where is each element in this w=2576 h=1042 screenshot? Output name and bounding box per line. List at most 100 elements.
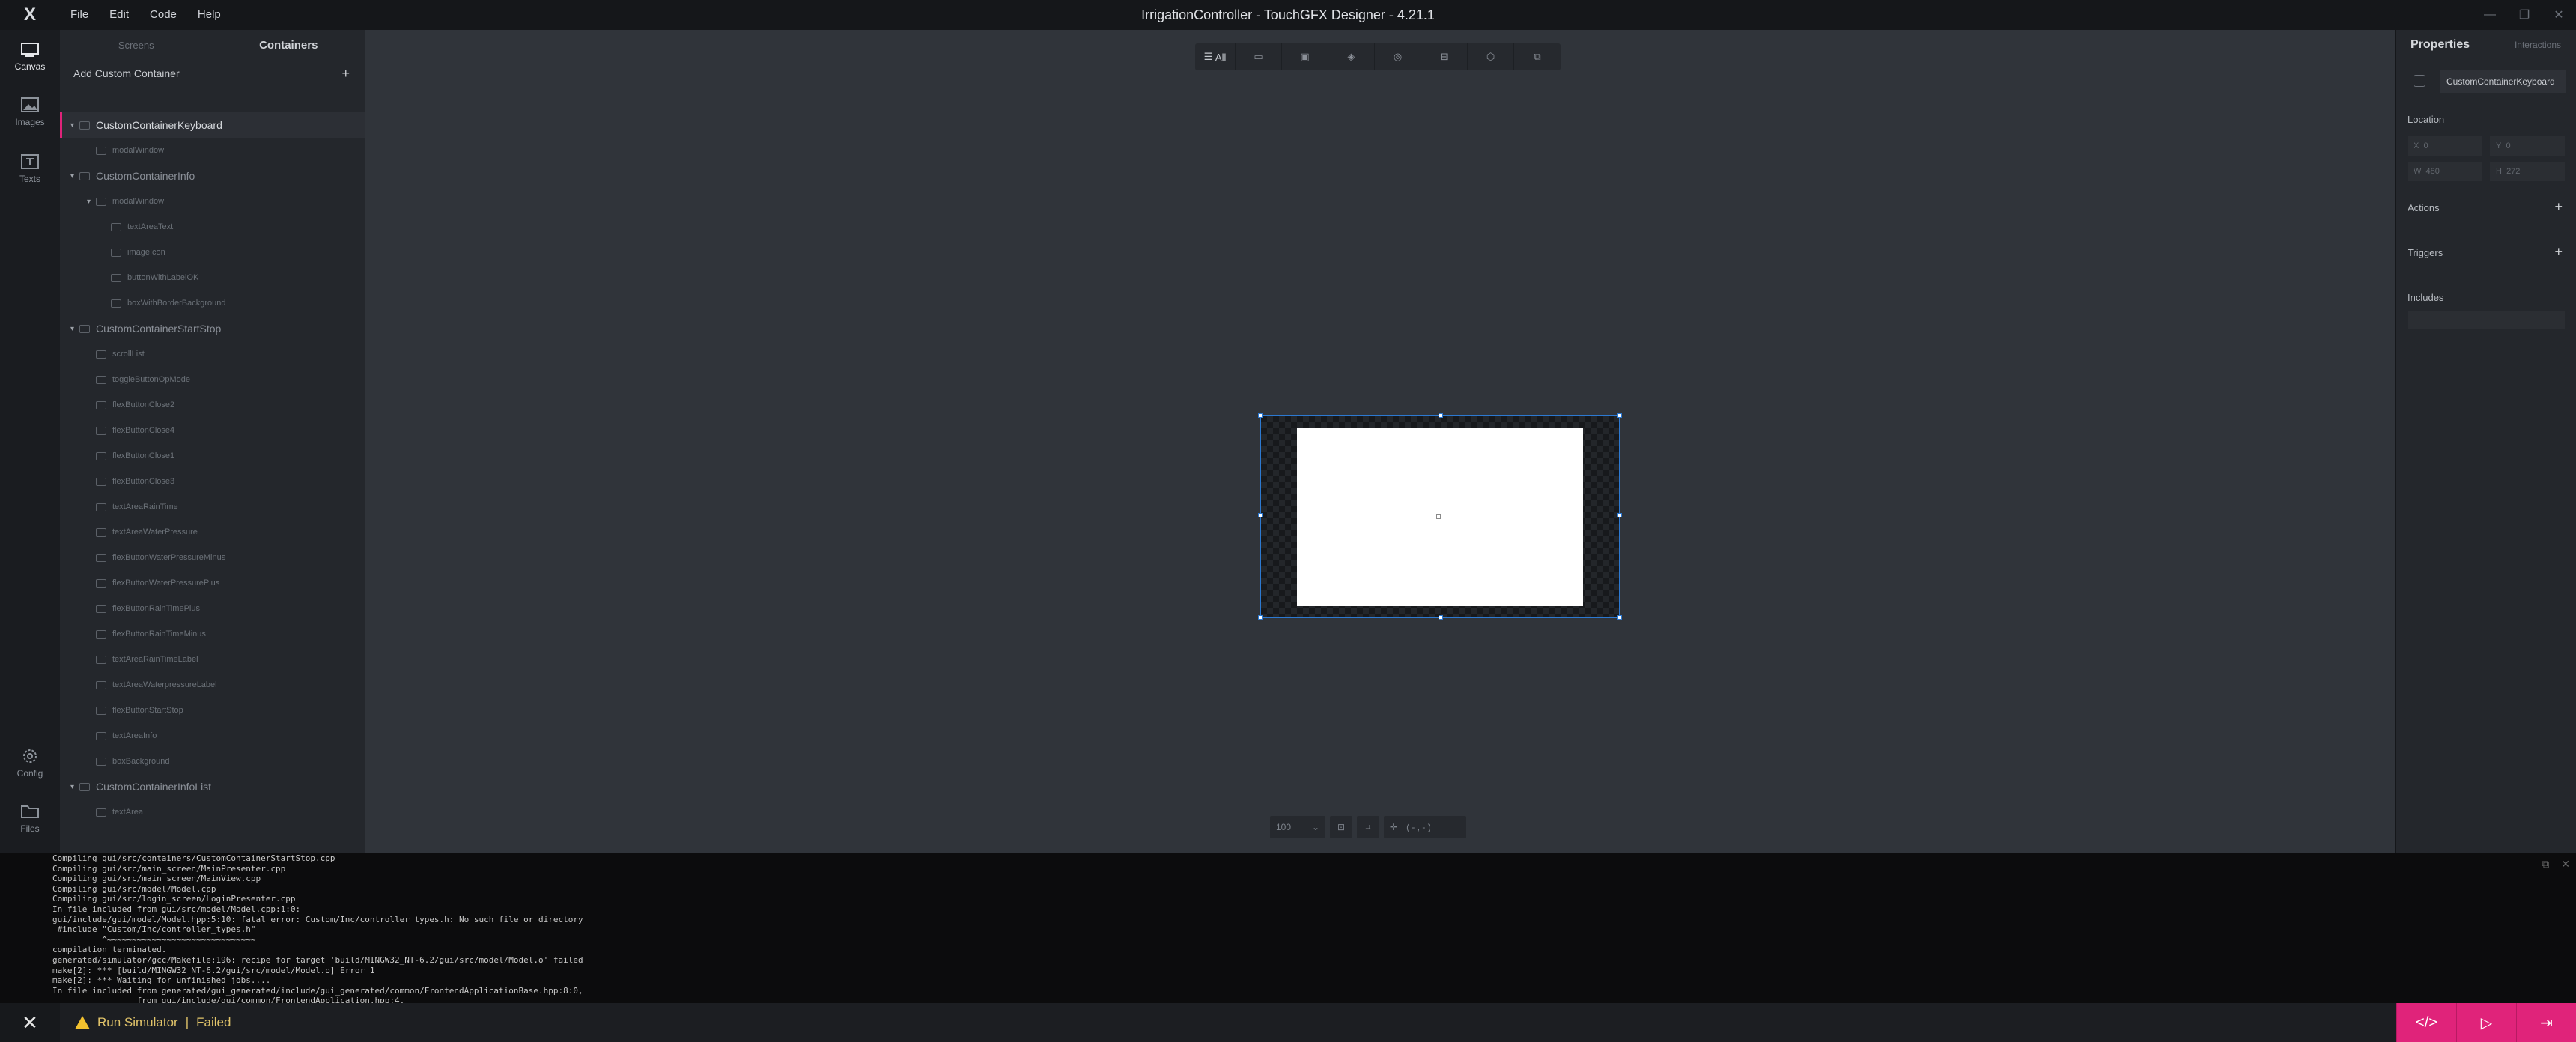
height-field[interactable]: H 272 (2490, 162, 2565, 181)
tree-container-item[interactable]: ▾ CustomContainerInfoList (60, 774, 365, 799)
tree-child-item[interactable]: textAreaWaterPressure (60, 520, 365, 545)
3d-icon[interactable]: ⬡ (1468, 43, 1514, 70)
tree-child-item[interactable]: modalWindow (60, 138, 365, 163)
widget-type-icon (96, 528, 106, 537)
run-target-button[interactable]: ⇥ (2516, 1003, 2576, 1042)
tree-child-item[interactable]: buttonWithLabelOK (60, 265, 365, 290)
properties-panel: Properties Interactions CustomContainerK… (2395, 30, 2576, 853)
menu-help[interactable]: Help (187, 0, 231, 30)
tree-child-item[interactable]: textAreaRainTimeLabel (60, 647, 365, 672)
menu-code[interactable]: Code (139, 0, 187, 30)
resize-handle-ne[interactable] (1617, 413, 1622, 418)
button-icon[interactable]: ⊟ (1421, 43, 1468, 70)
modal-window-preview[interactable] (1297, 428, 1583, 606)
tree-child-item[interactable]: flexButtonWaterPressureMinus (60, 545, 365, 570)
container-name-field[interactable]: CustomContainerKeyboard (2440, 70, 2566, 93)
generate-code-button[interactable]: </> (2396, 1003, 2456, 1042)
add-custom-container-row[interactable]: Add Custom Container + (60, 60, 365, 87)
popout-icon[interactable]: ⧉ (2542, 858, 2549, 871)
tree-child-item[interactable]: flexButtonRainTimePlus (60, 596, 365, 621)
crop-icon[interactable]: ⌗ (1357, 816, 1379, 838)
minimize-icon[interactable]: — (2473, 0, 2507, 30)
tree-child-item[interactable]: textAreaText (60, 214, 365, 240)
image-icon[interactable]: ▣ (1282, 43, 1328, 70)
console-close-icon[interactable]: ✕ (2561, 858, 2570, 871)
nav-files[interactable]: Files (0, 802, 60, 834)
nav-texts[interactable]: Texts (0, 153, 60, 184)
nav-images-label: Images (15, 117, 45, 127)
tab-containers[interactable]: Containers (213, 39, 365, 52)
left-navigation: Canvas Images Texts Config Files (0, 30, 60, 853)
chevron-down-icon[interactable]: ▾ (87, 198, 96, 206)
resize-handle-se[interactable] (1617, 615, 1622, 620)
y-field[interactable]: Y 0 (2490, 136, 2565, 156)
canvas-icon (21, 43, 39, 57)
tree-container-item[interactable]: ▾ CustomContainerInfo (60, 163, 365, 189)
nav-canvas[interactable]: Canvas (0, 40, 60, 72)
zoom-select[interactable]: 100 ⌄ (1270, 816, 1325, 838)
resize-handle-e[interactable] (1617, 513, 1622, 517)
tree-child-item[interactable]: flexButtonRainTimeMinus (60, 621, 365, 647)
tree-child-item[interactable]: flexButtonStartStop (60, 698, 365, 723)
resize-handle-nw[interactable] (1258, 413, 1263, 418)
tree-item-label: buttonWithLabelOK (127, 273, 199, 282)
x-field[interactable]: X 0 (2408, 136, 2482, 156)
tree-container-item[interactable]: ▾ CustomContainerKeyboard (60, 112, 365, 138)
menu-edit[interactable]: Edit (99, 0, 139, 30)
console-controls: ⧉ ✕ (2542, 858, 2570, 871)
tree-child-item[interactable]: textAreaInfo (60, 723, 365, 749)
chevron-down-icon[interactable]: ▾ (70, 783, 79, 791)
tree-child-item[interactable]: flexButtonClose4 (60, 418, 365, 443)
maximize-icon[interactable]: ❐ (2507, 0, 2542, 30)
menu-file[interactable]: File (60, 0, 99, 30)
resize-handle-n[interactable] (1439, 413, 1443, 418)
fit-icon[interactable]: ⊡ (1330, 816, 1352, 838)
chevron-down-icon[interactable]: ▾ (70, 121, 79, 130)
nav-images[interactable]: Images (0, 96, 60, 127)
chevron-down-icon[interactable]: ▾ (70, 172, 79, 180)
gear-icon (23, 749, 37, 763)
plus-icon[interactable]: + (341, 66, 350, 82)
tree-child-item[interactable]: flexButtonClose2 (60, 392, 365, 418)
chevron-down-icon[interactable]: ▾ (70, 325, 79, 333)
tab-interactions[interactable]: Interactions (2515, 40, 2561, 50)
tree-child-item[interactable]: ▾ modalWindow (60, 189, 365, 214)
includes-field[interactable] (2408, 311, 2565, 329)
shapes-icon[interactable]: ◎ (1375, 43, 1421, 70)
resize-handle-w[interactable] (1258, 513, 1263, 517)
tree-child-item[interactable]: flexButtonWaterPressurePlus (60, 570, 365, 596)
tree-container-item[interactable]: ▾ CustomContainerStartStop (60, 316, 365, 341)
filter-all-button[interactable]: ☰ All (1195, 43, 1236, 70)
tree-child-item[interactable]: flexButtonClose3 (60, 469, 365, 494)
tab-screens[interactable]: Screens (60, 40, 213, 51)
layers-icon[interactable]: ◈ (1328, 43, 1375, 70)
dismiss-close-icon[interactable]: ✕ (0, 1003, 60, 1042)
add-trigger-plus-icon[interactable]: + (2554, 244, 2563, 260)
resize-handle-s[interactable] (1439, 615, 1443, 620)
tree-child-item[interactable]: toggleButtonOpMode (60, 367, 365, 392)
custom-container-artboard[interactable] (1258, 413, 1622, 620)
design-canvas[interactable]: ☰ All ▭ ▣ ◈ ◎ ⊟ ⬡ ⧉ 100 ⌄ ⊡ ⌗ ✛ ( - , - … (365, 30, 2395, 853)
tree-child-item[interactable]: textArea (60, 799, 365, 825)
nav-files-label: Files (20, 823, 40, 834)
tree-child-item[interactable]: flexButtonClose1 (60, 443, 365, 469)
close-icon[interactable]: ✕ (2542, 0, 2576, 30)
tree-child-item[interactable]: textAreaRainTime (60, 494, 365, 520)
nav-config[interactable]: Config (0, 747, 60, 779)
tree-item-label: CustomContainerInfoList (96, 781, 212, 793)
tab-properties[interactable]: Properties (2411, 38, 2470, 52)
run-simulator-button[interactable]: ▷ (2456, 1003, 2516, 1042)
stack-icon[interactable]: ⧉ (1514, 43, 1561, 70)
add-action-plus-icon[interactable]: + (2554, 199, 2563, 215)
interaction-icon[interactable]: ▭ (1236, 43, 1282, 70)
width-field[interactable]: W 480 (2408, 162, 2482, 181)
tree-child-item[interactable]: textAreaWaterpressureLabel (60, 672, 365, 698)
resize-handle-sw[interactable] (1258, 615, 1263, 620)
tree-child-item[interactable]: boxBackground (60, 749, 365, 774)
location-heading: Location (2408, 114, 2445, 125)
tree-item-label: CustomContainerInfo (96, 170, 195, 182)
tree-child-item[interactable]: scrollList (60, 341, 365, 367)
nav-texts-label: Texts (19, 174, 40, 184)
tree-child-item[interactable]: imageIcon (60, 240, 365, 265)
tree-child-item[interactable]: boxWithBorderBackground (60, 290, 365, 316)
